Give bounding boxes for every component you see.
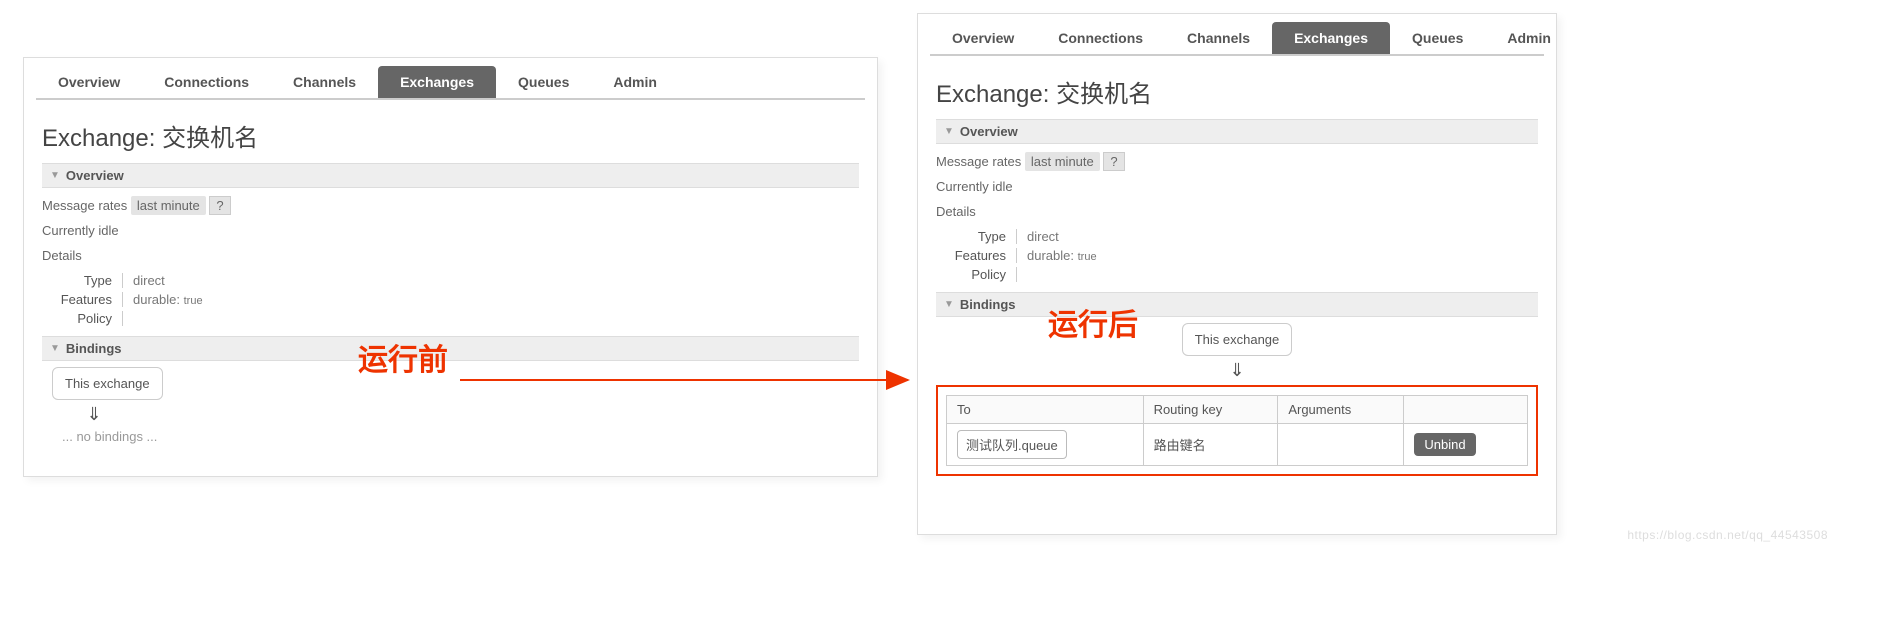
bindings-label: Bindings (960, 297, 1016, 312)
down-arrow-icon: ⇓ (936, 360, 1538, 381)
unbind-button[interactable]: Unbind (1414, 433, 1475, 456)
chevron-down-icon: ▼ (944, 299, 954, 310)
features-label: Features (42, 292, 112, 307)
help-button[interactable]: ? (1103, 152, 1124, 171)
tab-exchanges[interactable]: Exchanges (378, 66, 496, 98)
last-minute-badge: last minute (1025, 152, 1100, 171)
exchange-name: 交换机名 (162, 125, 258, 152)
details-label: Details (936, 204, 1538, 219)
title-prefix: Exchange: (42, 125, 162, 152)
chevron-down-icon: ▼ (944, 126, 954, 137)
features-value: durable: true (1016, 248, 1097, 263)
bindings-table-wrap: To Routing key Arguments 测试队列.queue 路由键名… (936, 385, 1538, 476)
tab-queues[interactable]: Queues (496, 66, 591, 98)
section-overview[interactable]: ▼ Overview (42, 163, 859, 188)
col-to: To (947, 396, 1144, 424)
title-prefix: Exchange: (936, 81, 1056, 108)
overview-label: Overview (66, 168, 124, 183)
policy-value (122, 311, 133, 326)
queue-link[interactable]: 测试队列.queue (957, 430, 1067, 459)
col-arguments: Arguments (1278, 396, 1404, 424)
watermark: https://blog.csdn.net/qq_44543508 (1627, 528, 1828, 542)
arguments-value (1278, 424, 1404, 466)
features-value: durable: true (122, 292, 203, 307)
no-bindings-text: ... no bindings ... (62, 429, 859, 444)
chevron-down-icon: ▼ (50, 170, 60, 181)
tab-overview[interactable]: Overview (930, 22, 1036, 54)
durable-key: durable: (1027, 248, 1074, 263)
col-action (1404, 396, 1528, 424)
this-exchange-box[interactable]: This exchange (1182, 323, 1293, 356)
chevron-down-icon: ▼ (50, 343, 60, 354)
down-arrow-icon: ⇓ (84, 404, 104, 425)
section-bindings[interactable]: ▼ Bindings (42, 336, 859, 361)
annotation-after: 运行后 (1048, 300, 1138, 344)
section-bindings[interactable]: ▼ Bindings (936, 292, 1538, 317)
tab-channels[interactable]: Channels (1165, 22, 1272, 54)
message-rates-label: Message rates (42, 198, 127, 213)
idle-text: Currently idle (936, 179, 1538, 194)
policy-label: Policy (936, 267, 1006, 282)
bindings-label: Bindings (66, 341, 122, 356)
type-value: direct (1016, 229, 1059, 244)
overview-label: Overview (960, 124, 1018, 139)
arrow-icon (460, 360, 920, 400)
tabs-left: Overview Connections Channels Exchanges … (36, 66, 865, 100)
this-exchange-box[interactable]: This exchange (52, 367, 163, 400)
type-value: direct (122, 273, 165, 288)
features-label: Features (936, 248, 1006, 263)
message-rates-label: Message rates (936, 154, 1021, 169)
type-label: Type (936, 229, 1006, 244)
tab-admin[interactable]: Admin (591, 66, 679, 98)
page-title: Exchange: 交换机名 (42, 118, 859, 153)
details-label: Details (42, 248, 859, 263)
panel-before: Overview Connections Channels Exchanges … (23, 57, 878, 477)
tab-queues[interactable]: Queues (1390, 22, 1485, 54)
last-minute-badge: last minute (131, 196, 206, 215)
bindings-table: To Routing key Arguments 测试队列.queue 路由键名… (946, 395, 1528, 466)
tab-overview[interactable]: Overview (36, 66, 142, 98)
help-button[interactable]: ? (209, 196, 230, 215)
routing-key-value: 路由键名 (1143, 424, 1278, 466)
panel-after: Overview Connections Channels Exchanges … (917, 13, 1557, 535)
tab-connections[interactable]: Connections (142, 66, 271, 98)
idle-text: Currently idle (42, 223, 859, 238)
annotation-before: 运行前 (358, 335, 448, 379)
exchange-name: 交换机名 (1056, 81, 1152, 108)
tabs-right: Overview Connections Channels Exchanges … (930, 22, 1544, 56)
tab-connections[interactable]: Connections (1036, 22, 1165, 54)
section-overview[interactable]: ▼ Overview (936, 119, 1538, 144)
tab-admin[interactable]: Admin (1485, 22, 1573, 54)
durable-val: true (184, 295, 203, 307)
tab-channels[interactable]: Channels (271, 66, 378, 98)
policy-label: Policy (42, 311, 112, 326)
col-routing-key: Routing key (1143, 396, 1278, 424)
tab-exchanges[interactable]: Exchanges (1272, 22, 1390, 54)
durable-val: true (1078, 251, 1097, 263)
table-row: 测试队列.queue 路由键名 Unbind (947, 424, 1528, 466)
policy-value (1016, 267, 1027, 282)
type-label: Type (42, 273, 112, 288)
page-title: Exchange: 交换机名 (936, 74, 1538, 109)
durable-key: durable: (133, 292, 180, 307)
